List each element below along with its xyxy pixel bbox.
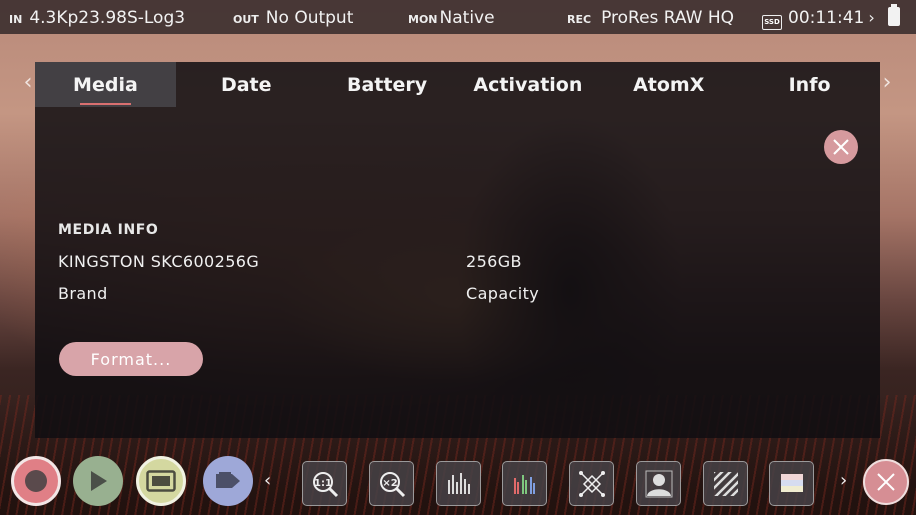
battery-icon[interactable] [888,4,900,26]
tab-date[interactable]: Date [176,62,317,107]
close-toolbar-button[interactable] [863,459,909,505]
timecode-value: 00:11:41 [788,8,865,28]
monitor-status[interactable]: MON Native [408,8,495,28]
close-icon [877,473,895,491]
monitor-label: MON [408,13,438,26]
lut-icon [780,473,803,492]
format-button[interactable]: Format... [59,342,203,376]
zoom-x2-button[interactable]: ×2 [369,461,414,506]
tabs-right-chevron-icon[interactable]: › [880,70,894,95]
zoom-x2-icon: ×2 [379,471,405,497]
output-label: OUT [233,13,259,26]
tab-battery[interactable]: Battery [317,62,458,107]
tab-atomx[interactable]: AtomX [598,62,739,107]
toolbar-right-chevron-icon[interactable]: › [840,470,847,491]
record-format-status[interactable]: REC ProRes RAW HQ [567,8,734,28]
output-status[interactable]: OUT No Output [233,8,353,28]
zoom-1to1-icon: 1:1 [312,471,338,497]
status-bar: IN 4.3Kp23.98S-Log3 OUT No Output MON Na… [0,0,916,34]
tab-media[interactable]: Media [35,62,176,107]
monitor-value: Native [439,8,495,28]
capacity-value: 256GB [466,252,522,271]
tab-activation[interactable]: Activation [457,62,598,107]
svg-text:1:1: 1:1 [314,478,332,489]
false-color-button[interactable] [636,461,681,506]
close-icon [833,139,849,155]
zebra-button[interactable] [703,461,748,506]
play-button[interactable] [73,456,123,506]
output-value: No Output [265,8,354,28]
ssd-icon: SSD [762,15,782,30]
chevron-right-icon: › [868,8,875,27]
play-icon [91,471,107,491]
rgb-parade-button[interactable] [502,461,547,506]
record-button[interactable] [11,456,61,506]
svg-text:×2: ×2 [382,478,397,489]
waveform-icon [447,472,470,494]
zoom-1to1-button[interactable]: 1:1 [302,461,347,506]
waveform-button[interactable] [436,461,481,506]
settings-panel: Media Date Battery Activation AtomX Info… [35,62,880,438]
record-icon [25,470,47,492]
input-label: IN [9,13,23,26]
false-color-icon [645,470,672,497]
record-label: REC [567,13,592,26]
brand-value: KINGSTON SKC600256G [58,252,260,271]
timecode-status[interactable]: SSD 00:11:41 › [760,8,875,30]
zebra-icon [713,471,738,496]
input-status[interactable]: IN 4.3Kp23.98S-Log3 [9,8,185,28]
monitor-screen-icon [146,470,176,492]
record-format-value: ProRes RAW HQ [601,8,734,28]
close-panel-button[interactable] [824,130,858,164]
toolbar-left-chevron-icon[interactable]: ‹ [264,470,271,491]
media-info-title: MEDIA INFO [58,222,159,238]
lut-button[interactable] [769,461,814,506]
tab-info[interactable]: Info [739,62,880,107]
capacity-label: Capacity [466,284,540,303]
settings-tabs: Media Date Battery Activation AtomX Info [35,62,880,107]
tag-icon [216,472,240,488]
tabs-left-chevron-icon[interactable]: ‹ [21,70,35,95]
tag-button[interactable] [203,456,253,506]
focus-peaking-button[interactable] [569,461,614,506]
input-value: 4.3Kp23.98S-Log3 [29,8,186,28]
monitor-mode-button[interactable] [136,456,186,506]
brand-label: Brand [58,284,108,303]
rgb-parade-icon [513,474,535,494]
focus-peaking-icon [578,470,605,497]
